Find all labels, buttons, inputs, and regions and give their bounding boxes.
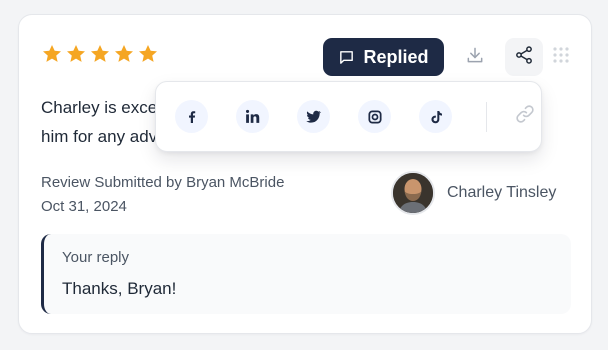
share-linkedin-button[interactable] bbox=[236, 100, 269, 133]
reply-label: Your reply bbox=[62, 249, 129, 266]
star-icon bbox=[41, 43, 63, 65]
tiktok-icon bbox=[428, 109, 444, 125]
linkedin-icon bbox=[244, 108, 261, 125]
copy-link-button[interactable] bbox=[509, 100, 541, 133]
review-meta: Review Submitted by Bryan McBride Oct 31… bbox=[41, 171, 284, 219]
star-rating bbox=[41, 43, 159, 65]
replied-label: Replied bbox=[363, 46, 429, 67]
share-popover bbox=[155, 81, 542, 152]
share-twitter-button[interactable] bbox=[297, 100, 330, 133]
facebook-icon bbox=[184, 109, 200, 125]
star-icon bbox=[65, 43, 87, 65]
drag-handle[interactable] bbox=[546, 38, 576, 76]
share-icon bbox=[514, 45, 534, 70]
page: Replied Charley is exceptionally helpful… bbox=[0, 0, 608, 350]
star-icon bbox=[137, 43, 159, 65]
grip-icon bbox=[552, 46, 570, 69]
review-date: Oct 31, 2024 bbox=[41, 198, 127, 215]
share-facebook-button[interactable] bbox=[175, 100, 208, 133]
download-button[interactable] bbox=[456, 38, 494, 76]
twitter-icon bbox=[305, 108, 322, 125]
instagram-icon bbox=[367, 109, 383, 125]
share-tiktok-button[interactable] bbox=[419, 100, 452, 133]
review-author: Review Submitted by Bryan McBride bbox=[41, 174, 285, 191]
popover-divider bbox=[486, 101, 487, 132]
comment-icon bbox=[338, 49, 355, 66]
star-icon bbox=[89, 43, 111, 65]
star-icon bbox=[113, 43, 135, 65]
share-button[interactable] bbox=[505, 38, 543, 76]
replied-button[interactable]: Replied bbox=[323, 38, 444, 76]
review-card: Replied Charley is exceptionally helpful… bbox=[18, 14, 592, 334]
reply-box: Your reply Thanks, Bryan! bbox=[41, 234, 571, 314]
reviewee[interactable]: Charley Tinsley bbox=[391, 171, 556, 215]
link-icon bbox=[514, 103, 536, 130]
share-instagram-button[interactable] bbox=[358, 100, 391, 133]
download-icon bbox=[465, 45, 485, 70]
reviewee-name: Charley Tinsley bbox=[447, 184, 557, 201]
avatar bbox=[391, 171, 435, 215]
reply-text: Thanks, Bryan! bbox=[62, 279, 177, 298]
